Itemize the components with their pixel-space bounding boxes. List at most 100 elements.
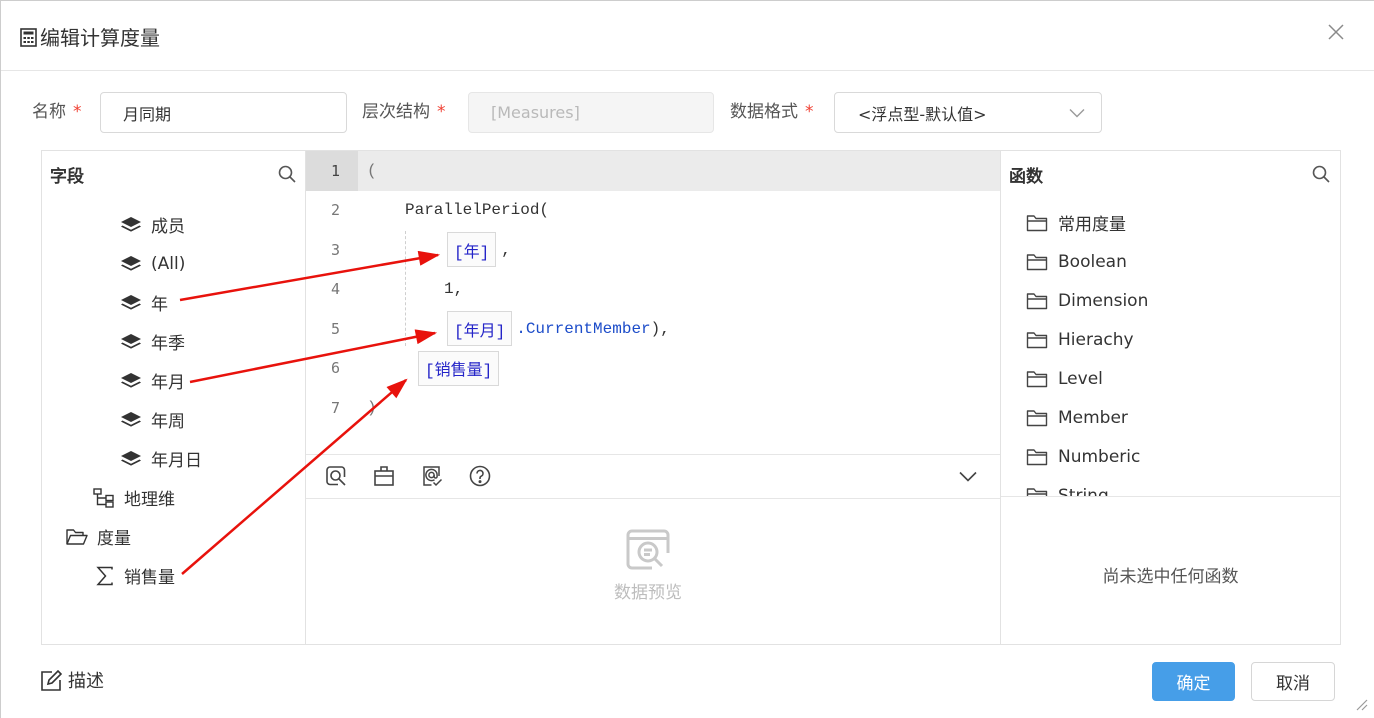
required-mark: * <box>437 102 446 122</box>
line-number: 7 <box>330 398 340 417</box>
function-category-item[interactable]: 常用度量 <box>1001 203 1340 242</box>
layers-icon <box>120 410 142 430</box>
name-input[interactable] <box>100 92 347 133</box>
function-category-item[interactable]: Hierachy <box>1001 320 1340 359</box>
function-category-item[interactable]: Level <box>1001 359 1340 398</box>
code-editor[interactable]: 1 ( 2 ParallelPeriod( 3 [年], 4 1, 5 [年月]… <box>306 151 1000 454</box>
function-category-item[interactable]: String <box>1001 476 1340 496</box>
line-number: 1 <box>306 151 358 191</box>
tree-item-measure[interactable]: 销售量 <box>42 556 305 595</box>
tree-item-label: 成员 <box>151 217 185 237</box>
folder-open-icon <box>66 527 88 547</box>
tree-item-level[interactable]: 年月 <box>42 361 305 400</box>
tree-item-level[interactable]: 成员 <box>42 205 305 244</box>
function-category-item[interactable]: Member <box>1001 398 1340 437</box>
code-text: ParallelPeriod( <box>405 201 550 220</box>
chevron-down-icon[interactable] <box>959 471 977 482</box>
code-line[interactable]: 5 [年月] .CurrentMember), <box>306 309 1000 349</box>
edit-icon[interactable] <box>40 670 62 692</box>
code-text: ( <box>367 161 377 180</box>
tree-item-label: 年 <box>151 295 168 315</box>
tree-item-label: 年月 <box>151 373 185 393</box>
member-reference-token[interactable]: [销售量] <box>418 350 500 386</box>
function-category-item[interactable]: Boolean <box>1001 242 1340 281</box>
help-icon[interactable] <box>469 465 491 487</box>
query-preview-icon[interactable] <box>325 465 347 487</box>
format-label-text: 数据格式 <box>730 102 798 122</box>
layers-icon <box>120 215 142 235</box>
member-property-text: .CurrentMember <box>516 319 651 338</box>
function-category-item[interactable]: Numberic <box>1001 437 1340 476</box>
dialog-title: 编辑计算度量 <box>40 26 160 50</box>
member-reference-token[interactable]: [年月] <box>447 311 513 347</box>
required-mark: * <box>805 102 814 122</box>
check-syntax-icon[interactable] <box>421 465 443 487</box>
layers-icon <box>120 293 142 313</box>
line-number: 6 <box>330 359 340 378</box>
code-text: ), <box>650 319 670 338</box>
function-category-list: 常用度量 Boolean Dimension Hierachy Level Me… <box>1001 203 1340 496</box>
code-text: ) <box>367 398 377 417</box>
close-icon[interactable] <box>1328 24 1344 40</box>
tree-item-hierarchy[interactable]: 地理维 <box>42 478 305 517</box>
code-line[interactable]: 3 [年], <box>306 230 1000 270</box>
folder-icon <box>1026 487 1048 496</box>
folder-icon <box>1026 370 1048 387</box>
function-category-label: String <box>1058 485 1109 497</box>
tree-item-level[interactable]: 年月日 <box>42 439 305 478</box>
resize-grip-icon[interactable] <box>1354 697 1368 711</box>
fields-panel-title: 字段 <box>50 167 84 187</box>
confirm-button[interactable]: 确定 <box>1152 662 1235 701</box>
tree-item-label: 销售量 <box>124 568 175 588</box>
format-label: 数据格式 * <box>730 92 814 133</box>
chevron-down-icon <box>1069 109 1085 118</box>
line-number: 4 <box>330 280 340 299</box>
function-category-label: Hierachy <box>1058 329 1134 350</box>
line-number: 3 <box>330 240 340 259</box>
fields-panel: 字段 成员 (All) 年 年季 年月 年周 年月日 地理维 度量 销售量 <box>41 150 306 645</box>
edit-calculated-measure-dialog: 编辑计算度量 名称 * 层次结构 * 数据格式 * <浮点型-默认值> 字段 成员 (… <box>0 0 1374 718</box>
cancel-button[interactable]: 取消 <box>1251 662 1335 701</box>
tree-item-label: 年月日 <box>151 451 202 471</box>
hierarchy-label: 层次结构 * <box>362 92 446 133</box>
code-text: , <box>501 240 511 259</box>
tree-item-folder[interactable]: 度量 <box>42 517 305 556</box>
dialog-titlebar: 编辑计算度量 <box>0 0 1374 71</box>
code-line[interactable]: 7 ) <box>306 388 1000 428</box>
expression-editor: 1 ( 2 ParallelPeriod( 3 [年], 4 1, 5 [年月]… <box>306 150 1000 645</box>
function-category-item[interactable]: Dimension <box>1001 281 1340 320</box>
function-category-label: Dimension <box>1058 290 1149 311</box>
data-preview-icon <box>626 529 670 570</box>
layers-icon <box>120 371 142 391</box>
folder-icon <box>1026 253 1048 270</box>
function-detail-area: 尚未选中任何函数 <box>1001 496 1340 644</box>
function-category-label: Numberic <box>1058 446 1141 467</box>
description-link[interactable]: 描述 <box>68 670 104 694</box>
format-select[interactable]: <浮点型-默认值> <box>834 92 1102 133</box>
search-icon[interactable] <box>1312 165 1330 183</box>
layers-icon <box>120 254 142 274</box>
functions-panel: 函数 常用度量 Boolean Dimension Hierachy Level… <box>1000 150 1341 645</box>
code-text: 1, <box>444 280 464 299</box>
code-line[interactable]: 2 ParallelPeriod( <box>306 191 1000 231</box>
editor-toolbar <box>306 454 1000 499</box>
tree-item-level[interactable]: 年周 <box>42 400 305 439</box>
function-category-label: Member <box>1058 407 1128 428</box>
code-line[interactable]: 1 ( <box>306 151 1000 191</box>
member-reference-token[interactable]: [年] <box>447 232 497 268</box>
data-preview-label: 数据预览 <box>614 583 682 603</box>
clipboard-icon[interactable] <box>373 465 395 487</box>
tree-item-level[interactable]: 年 <box>42 283 305 322</box>
tree-item-level[interactable]: 年季 <box>42 322 305 361</box>
hierarchy-label-text: 层次结构 <box>362 102 430 122</box>
code-line[interactable]: 4 1, <box>306 270 1000 310</box>
folder-icon <box>1026 292 1048 309</box>
code-line[interactable]: 6 [销售量] <box>306 349 1000 389</box>
folder-icon <box>1026 331 1048 348</box>
tree-item-level[interactable]: (All) <box>42 244 305 283</box>
search-icon[interactable] <box>278 165 296 183</box>
functions-panel-title: 函数 <box>1009 167 1043 187</box>
hierarchy-input <box>468 92 714 133</box>
sigma-icon <box>95 566 115 586</box>
code-lines: 1 ( 2 ParallelPeriod( 3 [年], 4 1, 5 [年月]… <box>306 151 1000 428</box>
